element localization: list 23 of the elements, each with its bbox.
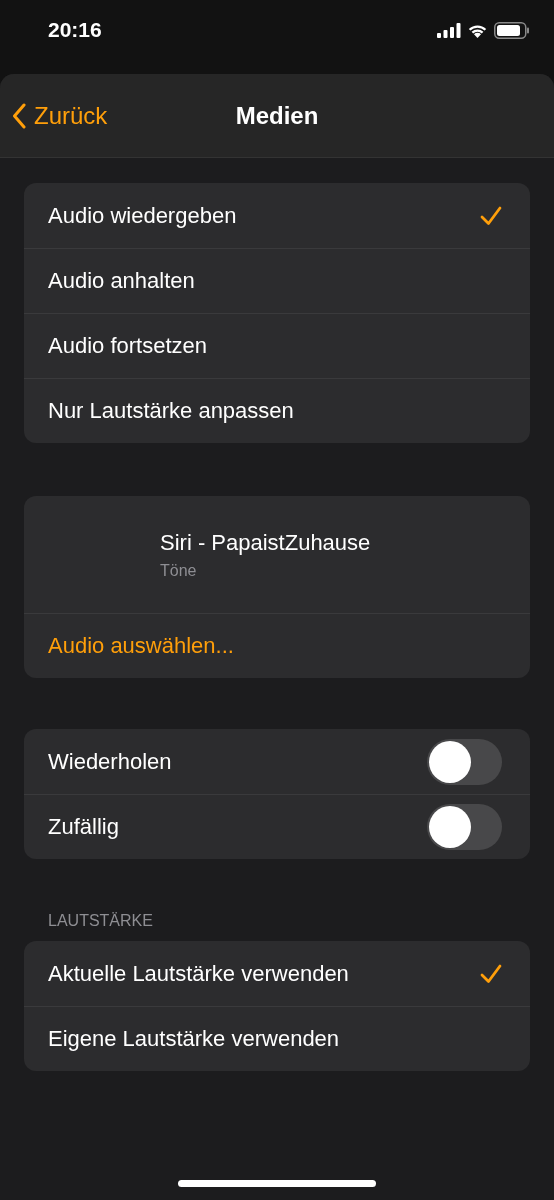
action-option[interactable]: Audio fortsetzen bbox=[24, 313, 530, 378]
volume-option[interactable]: Aktuelle Lautstärke verwenden bbox=[24, 941, 530, 1006]
screen-title: Medien bbox=[235, 101, 319, 130]
checkmark-icon bbox=[480, 963, 502, 984]
toggle-switch[interactable] bbox=[427, 738, 502, 785]
chevron-left-icon bbox=[12, 102, 26, 129]
toggle-label: Zufällig bbox=[48, 814, 119, 840]
section-header: LAUTSTÄRKE bbox=[47, 912, 154, 930]
toggle-label: Wiederholen bbox=[48, 748, 172, 775]
media-subtitle: Töne bbox=[160, 561, 198, 580]
action-option[interactable]: Nur Lautstärke anpassen bbox=[24, 378, 530, 443]
media-title: Siri - PapaistZuhause bbox=[160, 529, 372, 556]
action-option[interactable]: Audio anhalten bbox=[24, 248, 530, 313]
signal-icon bbox=[437, 23, 461, 38]
action-option[interactable]: Audio wiedergeben bbox=[24, 183, 530, 248]
status-time: 20:16 bbox=[48, 18, 102, 42]
battery-icon bbox=[494, 22, 530, 39]
volume-option[interactable]: Eigene Lautstärke verwenden bbox=[24, 1006, 530, 1071]
choose-audio-link[interactable]: Audio auswählen... bbox=[24, 613, 530, 678]
checkmark-icon bbox=[480, 205, 502, 226]
wifi-icon bbox=[467, 23, 488, 38]
back-button[interactable]: Zurück bbox=[0, 101, 108, 130]
toggle-switch[interactable] bbox=[427, 804, 502, 850]
